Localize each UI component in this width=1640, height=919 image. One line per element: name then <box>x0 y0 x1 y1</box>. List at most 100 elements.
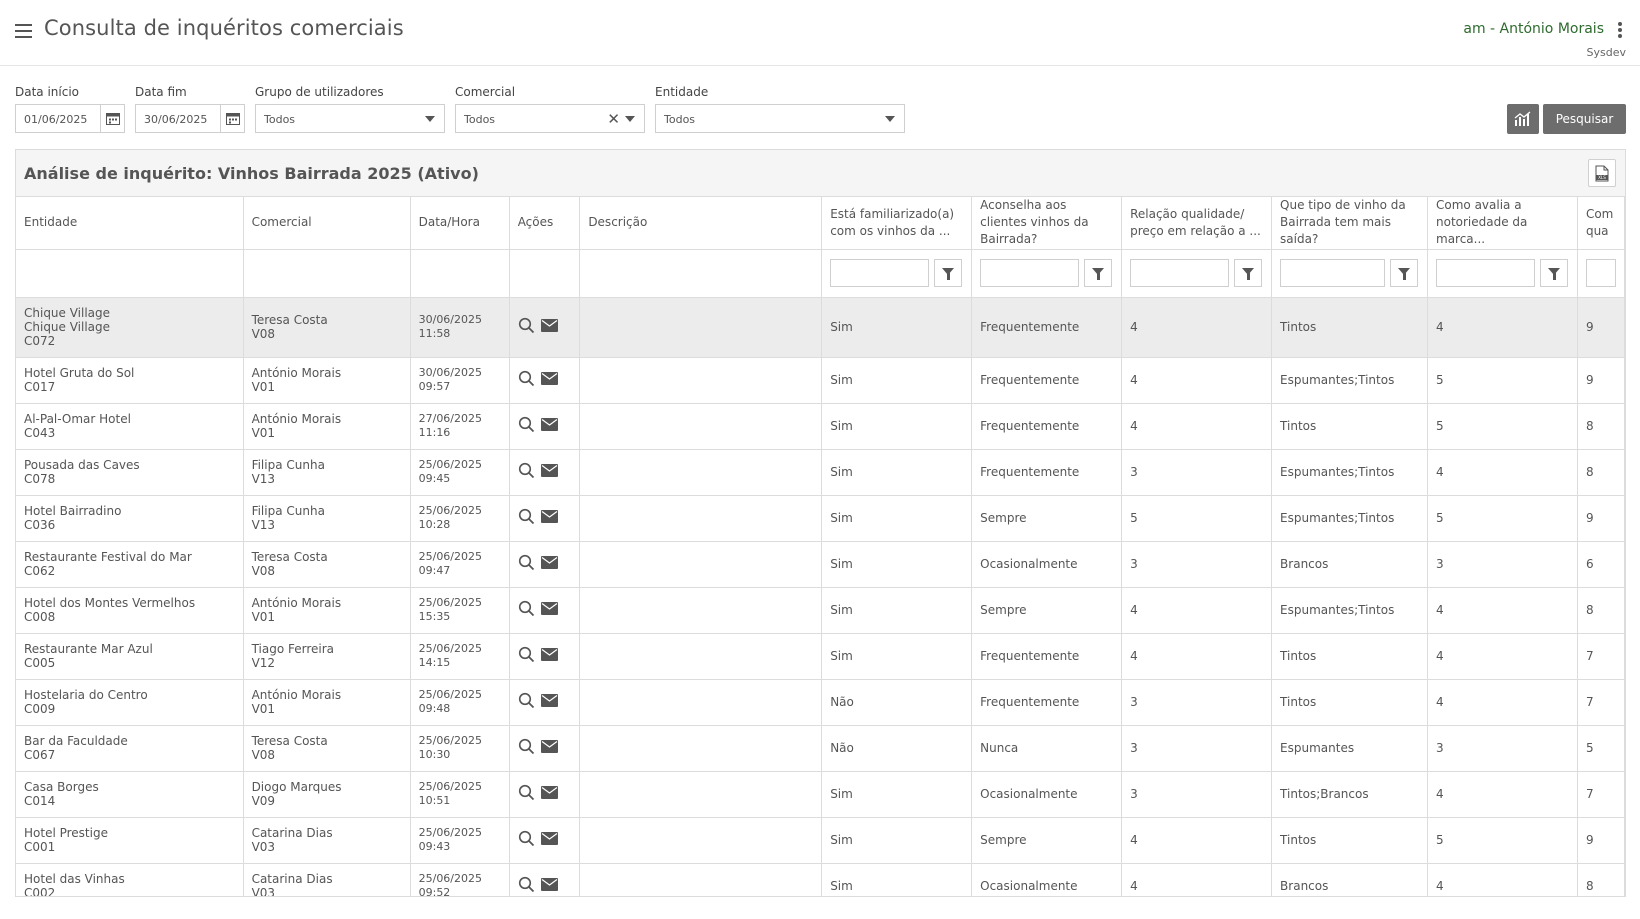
email-icon[interactable] <box>540 786 558 802</box>
email-icon[interactable] <box>540 464 558 480</box>
column-filter-input[interactable] <box>830 259 930 287</box>
export-xls-button[interactable]: XLS <box>1588 159 1616 187</box>
cell-data-hora: 25/06/2025 09:48 <box>410 679 510 726</box>
column-header-data-hora[interactable]: Data/Hora <box>410 197 510 250</box>
table-row[interactable]: Hotel das Vinhas C002 Catarina Dias V03 25/0… <box>16 863 1625 896</box>
email-icon[interactable] <box>540 372 558 388</box>
calendar-icon[interactable] <box>100 105 124 132</box>
comercial-name: Tiago Ferreira <box>251 642 335 656</box>
table-row[interactable]: Hotel Prestige C001 Catarina Dias V03 25/06/… <box>16 817 1625 864</box>
email-icon[interactable] <box>540 648 558 664</box>
cell-comercial: Catarina Dias V03 <box>243 817 411 864</box>
more-options-icon[interactable] <box>1618 22 1622 38</box>
cell-entidade: Hotel Gruta do Sol C017 <box>16 357 244 404</box>
view-details-icon[interactable] <box>518 462 535 482</box>
view-details-icon[interactable] <box>518 784 535 804</box>
column-filter-input[interactable] <box>980 259 1080 287</box>
comercial-select[interactable]: Todos ✕ <box>455 104 645 133</box>
data-inicio-value[interactable]: 01/06/2025 <box>24 113 87 126</box>
email-icon[interactable] <box>540 740 558 756</box>
table-row[interactable]: Al-Pal-Omar Hotel C043 António Morais V01 27… <box>16 403 1625 450</box>
view-details-icon[interactable] <box>518 692 535 712</box>
data-inicio-field[interactable]: 01/06/2025 <box>15 104 125 133</box>
user-name[interactable]: am - António Morais <box>1463 21 1604 37</box>
view-details-icon[interactable] <box>518 876 535 896</box>
view-details-icon[interactable] <box>518 416 535 436</box>
cell-data-hora: 25/06/2025 15:35 <box>410 587 510 634</box>
column-header-q4[interactable]: Que tipo de vinho da Bairrada tem mais s… <box>1271 197 1428 250</box>
table-row[interactable]: Hotel Gruta do Sol C017 António Morais V01 3… <box>16 357 1625 404</box>
column-header-q5[interactable]: Como avalia a notoriedade da marca... <box>1427 197 1578 250</box>
view-details-icon[interactable] <box>518 317 535 337</box>
column-header-q3[interactable]: Relação qualidade/ preço em relação a ..… <box>1121 197 1273 250</box>
pesquisar-button[interactable]: Pesquisar <box>1543 104 1626 134</box>
chevron-down-icon[interactable] <box>885 116 895 122</box>
page-title: Consulta de inquéritos comerciais <box>44 16 404 40</box>
filter-icon[interactable] <box>1390 259 1419 287</box>
email-icon[interactable] <box>540 602 558 618</box>
column-filter-input[interactable] <box>1585 259 1616 287</box>
view-details-icon[interactable] <box>518 370 535 390</box>
view-details-icon[interactable] <box>518 738 535 758</box>
menu-icon[interactable] <box>15 24 32 38</box>
cell-comercial: Tiago Ferreira V12 <box>243 633 411 680</box>
chevron-down-icon[interactable] <box>625 116 635 122</box>
email-icon[interactable] <box>540 832 558 848</box>
table-row[interactable]: Bar da Faculdade C067 Teresa Costa V08 25/06… <box>16 725 1625 772</box>
column-header-comercial[interactable]: Comercial <box>243 197 411 250</box>
data-fim-value[interactable]: 30/06/2025 <box>144 113 207 126</box>
email-icon[interactable] <box>540 556 558 572</box>
column-filter-input[interactable] <box>1436 259 1535 287</box>
column-header-entidade[interactable]: Entidade <box>16 197 244 250</box>
view-details-icon[interactable] <box>518 830 535 850</box>
chart-icon <box>1514 111 1531 126</box>
email-icon[interactable] <box>540 694 558 710</box>
view-details-icon[interactable] <box>518 646 535 666</box>
panel-title: Análise de inquérito: Vinhos Bairrada 20… <box>24 164 479 183</box>
entidade-select[interactable]: Todos <box>655 104 905 133</box>
row-time: 09:43 <box>418 840 451 853</box>
view-details-icon[interactable] <box>518 508 535 528</box>
table-row[interactable]: Restaurante Festival do Mar C062 Teresa Co… <box>16 541 1625 588</box>
view-details-icon[interactable] <box>518 554 535 574</box>
table-row[interactable]: Chique Village Chique Village C072 Teresa C… <box>16 297 1625 358</box>
cell-acoes <box>509 679 581 726</box>
filter-icon[interactable] <box>1084 259 1113 287</box>
clear-icon[interactable]: ✕ <box>607 110 620 128</box>
table-row[interactable]: Casa Borges C014 Diogo Marques V09 25/06/202… <box>16 771 1625 818</box>
table-row[interactable]: Pousada das Caves C078 Filipa Cunha V13 25/0… <box>16 449 1625 496</box>
column-header-q2[interactable]: Aconselha aos clientes vinhos da Bairrad… <box>971 197 1123 250</box>
cell-acoes <box>509 587 581 634</box>
cell-descricao <box>579 297 823 358</box>
column-filter-input[interactable] <box>1280 259 1386 287</box>
cell-q2: Frequentemente <box>971 357 1123 404</box>
email-icon[interactable] <box>540 319 558 335</box>
table-row[interactable]: Hotel Bairradino C036 Filipa Cunha V13 25/06… <box>16 495 1625 542</box>
view-details-icon[interactable] <box>518 600 535 620</box>
comercial-name: António Morais <box>251 688 342 702</box>
column-filter-input[interactable] <box>1130 259 1230 287</box>
data-fim-field[interactable]: 30/06/2025 <box>135 104 245 133</box>
cell-q1: Sim <box>821 403 973 450</box>
email-icon[interactable] <box>540 510 558 526</box>
calendar-icon[interactable] <box>220 105 244 132</box>
filter-icon[interactable] <box>934 259 963 287</box>
grupo-utilizadores-select[interactable]: Todos <box>255 104 445 133</box>
table-row[interactable]: Hostelaria do Centro C009 António Morais V0… <box>16 679 1625 726</box>
column-header-descricao[interactable]: Descrição <box>579 197 823 250</box>
table-row[interactable]: Restaurante Mar Azul C005 Tiago Ferreira V1… <box>16 633 1625 680</box>
cell-acoes <box>509 633 581 680</box>
cell-descricao <box>579 357 823 404</box>
cell-entidade: Hotel Bairradino C036 <box>16 495 244 542</box>
filter-icon[interactable] <box>1234 259 1263 287</box>
cell-q1: Sim <box>821 297 973 358</box>
column-header-q6[interactable]: Com qua <box>1577 197 1625 250</box>
email-icon[interactable] <box>540 878 558 894</box>
filter-icon[interactable] <box>1540 259 1568 287</box>
email-icon[interactable] <box>540 418 558 434</box>
chevron-down-icon[interactable] <box>425 116 435 122</box>
chart-button[interactable] <box>1507 104 1539 134</box>
column-header-q1[interactable]: Está familiarizado(a) com os vinhos da .… <box>821 197 973 250</box>
cell-q5: 4 <box>1427 587 1578 634</box>
table-row[interactable]: Hotel dos Montes Vermelhos C008 António Mo… <box>16 587 1625 634</box>
